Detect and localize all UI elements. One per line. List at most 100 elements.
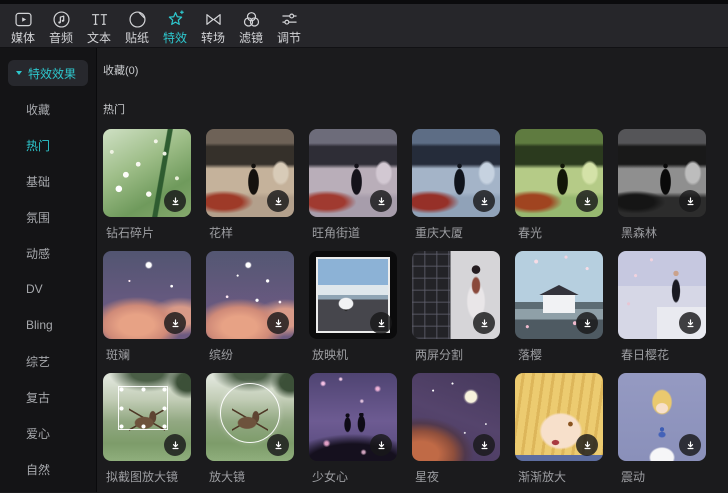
tab-transition[interactable]: 转场 [194,9,232,45]
tab-effects-label: 特效 [162,31,187,45]
tab-audio[interactable]: 音频 [42,9,80,45]
download-button[interactable] [679,190,701,212]
effect-card[interactable]: 春日樱花 [618,251,706,363]
effect-card[interactable]: 震动 [618,373,706,485]
download-button[interactable] [473,312,495,334]
sidebar-group-label: 特效效果 [28,66,77,81]
download-button[interactable] [370,312,392,334]
effects-icon [168,10,184,26]
effect-label: 少女心 [312,470,349,484]
download-icon [274,196,282,205]
effect-label: 两屏分割 [415,348,464,362]
download-button[interactable] [267,190,289,212]
effect-label: 拟截图放大镜 [106,470,179,484]
effect-label: 斑斓 [106,348,131,362]
effect-card[interactable]: 钻石碎片 [103,129,191,241]
effect-card[interactable]: 斑斓 [103,251,191,363]
download-icon [480,318,488,327]
download-icon [377,440,385,449]
sidebar-item-variety[interactable]: 综艺 [0,343,96,379]
sidebar-group-effects[interactable]: 特效效果 [8,60,88,86]
effect-label: 震动 [621,470,646,484]
sidebar-item-dv[interactable]: DV [0,271,96,307]
favorites-header: 收藏(0) [103,65,139,77]
effect-thumbnail [412,251,500,339]
tab-text-label: 文本 [86,31,111,45]
tab-adjust[interactable]: 调节 [270,9,308,45]
sidebar-item-retro[interactable]: 复古 [0,379,96,415]
sidebar-item-atmosphere[interactable]: 氛围 [0,199,96,235]
effect-card[interactable]: 旺角街道 [309,129,397,241]
download-icon [274,440,282,449]
download-button[interactable] [164,190,186,212]
effect-thumbnail [206,251,294,339]
download-button[interactable] [164,434,186,456]
top-toolbar: 媒体 音频 文本 贴纸 特效 转场 滤镜 调节 [0,4,728,48]
download-icon [686,440,694,449]
download-button[interactable] [576,434,598,456]
effect-card[interactable]: 春光 [515,129,603,241]
tab-transition-label: 转场 [200,31,225,45]
tab-text[interactable]: 文本 [80,9,118,45]
sidebar-item-favorites[interactable]: 收藏 [0,91,96,127]
effect-thumbnail [618,129,706,217]
effect-card[interactable]: 星夜 [412,373,500,485]
download-button[interactable] [473,190,495,212]
effect-card[interactable]: 放映机 [309,251,397,363]
tab-effects[interactable]: 特效 [156,9,194,45]
download-icon [377,318,385,327]
effect-card[interactable]: 花样 [206,129,294,241]
download-button[interactable] [576,190,598,212]
tab-adjust-label: 调节 [276,31,301,45]
tab-sticker[interactable]: 贴纸 [118,9,156,45]
effect-thumbnail [515,373,603,461]
effect-card[interactable]: 缤纷 [206,251,294,363]
download-icon [480,440,488,449]
effect-thumbnail [412,373,500,461]
download-button[interactable] [164,312,186,334]
effect-label: 星夜 [415,470,440,484]
effect-label: 落樱 [518,348,543,362]
download-button[interactable] [576,312,598,334]
download-icon [171,440,179,449]
sidebar-item-love[interactable]: 爱心 [0,415,96,451]
effects-grid: 钻石碎片 花样 旺角街道 重庆大厦 春光 黑森林 斑斓 缤纷 放映机 两屏分割 … [103,129,728,492]
effect-label: 花样 [209,226,234,240]
effect-card[interactable]: 拟截图放大镜 [103,373,191,485]
effect-label: 渐渐放大 [518,470,567,484]
download-button[interactable] [473,434,495,456]
effect-card[interactable]: 放大镜 [206,373,294,485]
download-button[interactable] [679,434,701,456]
tab-media-label: 媒体 [10,31,35,45]
effect-label: 放映机 [312,348,349,362]
effect-label: 重庆大厦 [415,226,464,240]
effect-thumbnail [618,373,706,461]
effect-label: 春日樱花 [621,348,670,362]
sidebar-item-bling[interactable]: Bling [0,307,96,343]
effect-card[interactable]: 少女心 [309,373,397,485]
effect-card[interactable]: 落樱 [515,251,603,363]
sidebar-item-hot[interactable]: 热门 [0,127,96,163]
effect-card[interactable]: 渐渐放大 [515,373,603,485]
sidebar-item-basic[interactable]: 基础 [0,163,96,199]
download-icon [686,318,694,327]
sidebar-item-dynamic[interactable]: 动感 [0,235,96,271]
tab-media[interactable]: 媒体 [4,9,42,45]
download-icon [583,440,591,449]
tab-filter[interactable]: 滤镜 [232,9,270,45]
download-button[interactable] [267,312,289,334]
effect-label: 旺角街道 [312,226,361,240]
effect-thumbnail [103,129,191,217]
effect-thumbnail [103,251,191,339]
effect-card[interactable]: 两屏分割 [412,251,500,363]
download-button[interactable] [370,434,392,456]
download-button[interactable] [267,434,289,456]
effect-card[interactable]: 重庆大厦 [412,129,500,241]
effect-thumbnail [206,373,294,461]
effects-panel: 收藏(0) 热门 钻石碎片 花样 旺角街道 重庆大厦 春光 黑森林 斑斓 缤纷 … [97,48,728,492]
sidebar-item-nature[interactable]: 自然 [0,451,96,487]
download-button[interactable] [370,190,392,212]
effect-card[interactable]: 黑森林 [618,129,706,241]
download-button[interactable] [679,312,701,334]
tab-filter-label: 滤镜 [238,31,263,45]
